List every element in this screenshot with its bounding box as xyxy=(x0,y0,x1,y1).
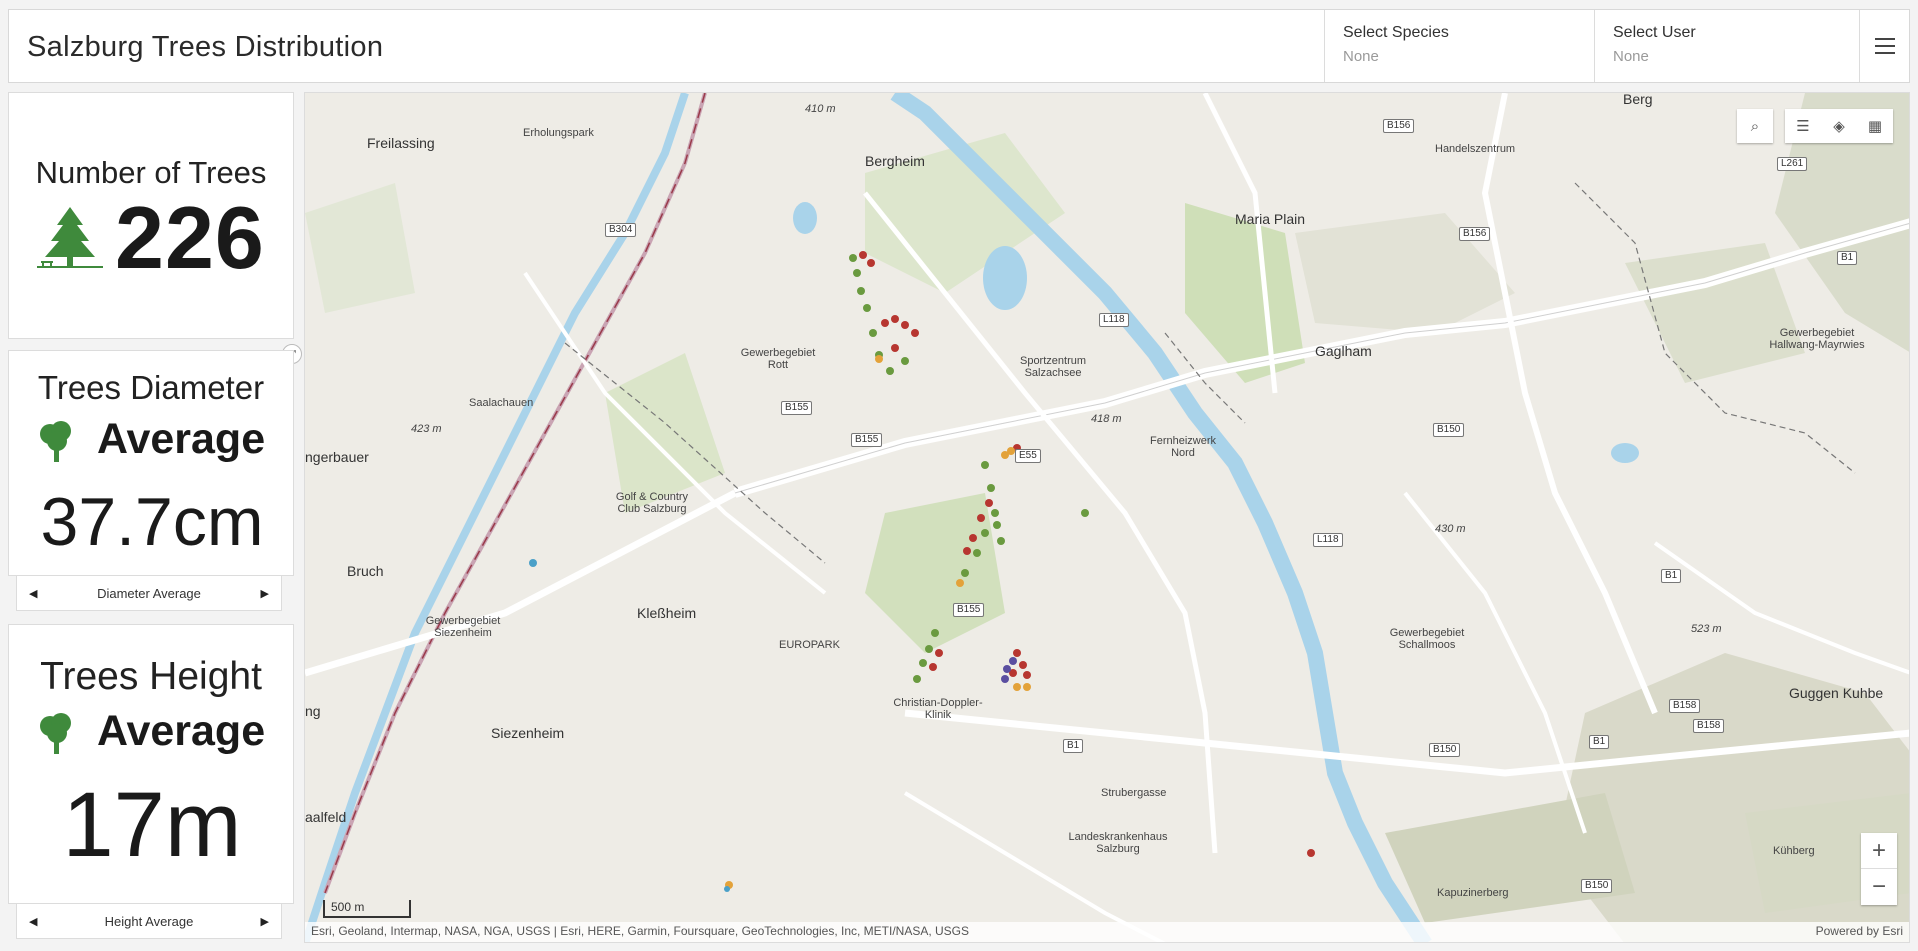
height-nav-label: Height Average xyxy=(104,913,194,929)
select-user-label: Select User xyxy=(1613,24,1696,41)
map-label: Saalachauen xyxy=(469,397,534,409)
map-view[interactable]: Freilassing Bergheim Maria Plain Gaglham… xyxy=(304,92,1910,943)
route-shield: B158 xyxy=(1693,719,1725,733)
legend-list-icon[interactable]: ☰ xyxy=(1785,109,1821,143)
select-species-value: None xyxy=(1343,48,1379,65)
route-shield: B155 xyxy=(953,603,985,617)
map-label: aalfeld xyxy=(305,809,347,825)
route-shield: E55 xyxy=(1015,449,1041,463)
route-shield: B304 xyxy=(605,223,637,237)
diameter-nav-label: Diameter Average xyxy=(97,585,201,601)
map-label: Siezenheim xyxy=(491,725,565,741)
map-label: Landeskrankenhaus Salzburg xyxy=(1068,831,1168,855)
map-label: Gewerbegebiet Schallmoos xyxy=(1389,627,1465,651)
map-label: Guggen Kuhbe xyxy=(1789,685,1884,701)
tree-icon xyxy=(37,711,75,760)
map-label: ngerbauer xyxy=(305,449,369,465)
route-shield: B1 xyxy=(1661,569,1682,583)
trees-count-panel: Number of Trees 226 xyxy=(8,92,294,339)
next-arrow-icon[interactable]: ▶ xyxy=(261,915,269,928)
route-shield: L118 xyxy=(1099,313,1129,327)
height-value: 17m xyxy=(62,774,242,876)
zoom-in-button[interactable]: + xyxy=(1861,833,1897,869)
map-label: Sportzentrum Salzachsee xyxy=(1019,355,1087,379)
map-label: 523 m xyxy=(1691,623,1722,635)
hamburger-icon xyxy=(1874,38,1895,54)
diameter-subtitle: Average xyxy=(97,415,266,463)
map-label: 418 m xyxy=(1091,413,1122,425)
map-label: 423 m xyxy=(411,423,442,435)
map-label: Handelszentrum xyxy=(1435,143,1516,155)
pine-tree-icon xyxy=(37,205,103,276)
route-shield: B150 xyxy=(1433,423,1465,437)
height-nav: ◀ Height Average ▶ xyxy=(16,903,282,939)
map-label: Gaglham xyxy=(1315,343,1372,359)
app-header: Salzburg Trees Distribution Select Speci… xyxy=(8,9,1910,83)
prev-arrow-icon[interactable]: ◀ xyxy=(29,915,37,928)
map-label: 430 m xyxy=(1435,523,1466,535)
route-shield: B150 xyxy=(1581,879,1613,893)
map-label: Kapuzinerberg xyxy=(1437,887,1509,899)
trees-count-value: 226 xyxy=(115,188,265,287)
prev-arrow-icon[interactable]: ◀ xyxy=(29,587,37,600)
diameter-panel: Trees Diameter Average 37.7cm xyxy=(8,350,294,576)
map-label: Strubergasse xyxy=(1101,787,1167,799)
map-label: Gewerbegebiet Siezenheim xyxy=(425,615,501,639)
map-label: Bruch xyxy=(347,563,384,579)
route-shield: B155 xyxy=(781,401,813,415)
diameter-value: 37.7cm xyxy=(40,484,264,560)
search-icon[interactable]: ⌕ xyxy=(1737,109,1773,143)
powered-by-esri[interactable]: Powered by Esri xyxy=(1816,924,1903,938)
map-label: Freilassing xyxy=(367,135,435,151)
route-shield: B155 xyxy=(851,433,883,447)
map-label: Golf & Country Club Salzburg xyxy=(615,491,689,515)
tree-points-layer xyxy=(529,251,1315,892)
layers-icon[interactable]: ◈ xyxy=(1821,109,1857,143)
map-attribution: Esri, Geoland, Intermap, NASA, NGA, USGS… xyxy=(305,922,1909,942)
map-label: Bergheim xyxy=(865,153,925,169)
route-shield: B1 xyxy=(1063,739,1084,753)
map-label: 410 m xyxy=(805,103,836,115)
select-user-dropdown[interactable]: Select User None xyxy=(1594,10,1864,82)
select-species-dropdown[interactable]: Select Species None xyxy=(1324,10,1594,82)
zoom-control: + − xyxy=(1861,833,1897,905)
map-label: Gewerbegebiet Hallwang-Mayrwies xyxy=(1769,327,1865,351)
map-label: EUROPARK xyxy=(779,639,840,651)
route-shield: B1 xyxy=(1837,251,1858,265)
zoom-out-button[interactable]: − xyxy=(1861,869,1897,905)
height-title: Trees Height xyxy=(40,655,262,698)
height-subtitle: Average xyxy=(97,707,266,755)
map-label: Maria Plain xyxy=(1235,211,1306,227)
map-widget-toolbar: ☰ ◈ ▦ xyxy=(1785,109,1893,143)
map-label: Berg xyxy=(1623,92,1653,107)
page-title: Salzburg Trees Distribution xyxy=(27,31,384,63)
select-species-label: Select Species xyxy=(1343,24,1449,41)
select-user-value: None xyxy=(1613,48,1649,65)
diameter-nav: ◀ Diameter Average ▶ xyxy=(16,575,282,611)
route-shield: B158 xyxy=(1669,699,1701,713)
map-label: Erholungspark xyxy=(523,127,594,139)
tree-icon xyxy=(37,419,75,468)
route-shield: B156 xyxy=(1383,119,1415,133)
route-shield: L261 xyxy=(1777,157,1808,171)
map-label: Gewerbegebiet Rott xyxy=(740,347,816,371)
map-label: Fernheizwerk Nord xyxy=(1149,435,1217,459)
trees-count-title: Number of Trees xyxy=(35,155,267,190)
menu-button[interactable] xyxy=(1859,10,1909,82)
map-search-tool[interactable]: ⌕ xyxy=(1737,109,1773,143)
map-label: ng xyxy=(305,703,321,719)
diameter-title: Trees Diameter xyxy=(37,369,265,406)
height-panel: Trees Height Average 17m xyxy=(8,624,294,904)
scale-bar: 500 m xyxy=(323,900,411,918)
route-shield: B1 xyxy=(1589,735,1610,749)
map-label: Kleßheim xyxy=(637,605,697,621)
attribution-text[interactable]: Esri, Geoland, Intermap, NASA, NGA, USGS… xyxy=(311,924,969,938)
map-label: Christian-Doppler-Klinik xyxy=(893,697,983,721)
map-label: Kühberg xyxy=(1773,845,1815,857)
route-shield: L118 xyxy=(1313,533,1343,547)
route-shield: B150 xyxy=(1429,743,1461,757)
next-arrow-icon[interactable]: ▶ xyxy=(261,587,269,600)
route-shield: B156 xyxy=(1459,227,1491,241)
basemap-gallery-icon[interactable]: ▦ xyxy=(1857,109,1893,143)
